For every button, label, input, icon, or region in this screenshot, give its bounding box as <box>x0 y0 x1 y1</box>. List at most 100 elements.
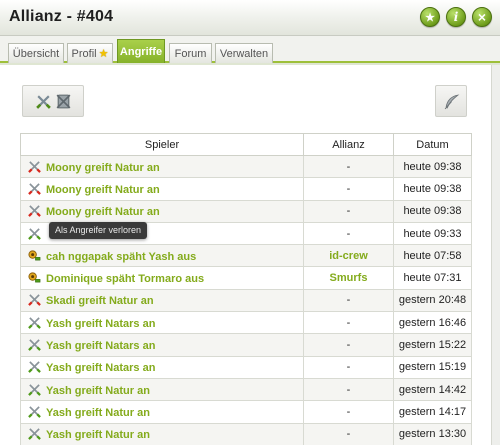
scrollbar[interactable] <box>491 65 500 445</box>
table-row[interactable]: cah nggapak späht Yash aus id-crew heute 0… <box>20 244 472 268</box>
cell-alliance: - <box>303 333 394 357</box>
alliance-empty: - <box>346 205 351 218</box>
attacks-panel: Spieler Allianz Datum Moony greift Natur… <box>0 65 500 445</box>
favorite-star-icon[interactable]: ★ <box>420 7 440 27</box>
cell-player: Moony greift Natur an <box>20 199 304 223</box>
tab-uebersicht[interactable]: Übersicht <box>8 43 64 63</box>
close-icon[interactable]: × <box>472 7 492 27</box>
filter-toolbar <box>22 85 84 117</box>
table-row[interactable]: Skadi greift Natur an - gestern 20:48 <box>20 288 472 313</box>
attack-won-icon <box>28 339 41 351</box>
report-link[interactable]: Yash greift Natars an <box>46 340 155 352</box>
cell-player: Yash greift Natars an <box>20 311 304 335</box>
table-row[interactable]: Moony greift Natur an - heute 09:38 <box>20 199 472 223</box>
attack-won-icon <box>28 428 41 441</box>
cell-alliance: - <box>303 199 394 223</box>
tab-angriffe[interactable]: Angriffe <box>117 39 165 63</box>
report-link[interactable]: Yash greift Natur an <box>46 429 150 441</box>
table-header-row: Spieler Allianz Datum <box>20 133 472 156</box>
attack-won-filter-icon[interactable] <box>35 93 52 110</box>
table-row[interactable]: Dominique späht Tormaro aus Smurfs heute 0… <box>20 266 472 290</box>
alliance-empty: - <box>346 339 351 352</box>
tab-bar: Übersicht Profil ★ Angriffe Forum Verwal… <box>0 36 500 63</box>
feather-icon[interactable] <box>443 93 460 110</box>
cell-player: cah nggapak späht Yash aus <box>20 244 304 268</box>
attack-lost-icon <box>28 205 41 218</box>
cell-alliance: - <box>303 355 394 379</box>
cell-alliance: - <box>303 154 394 179</box>
cell-date: gestern 16:46 <box>393 311 472 335</box>
cell-date: heute 09:33 <box>393 221 472 246</box>
cell-player: Moony greift Natur an <box>20 177 304 201</box>
cell-date: gestern 14:17 <box>393 400 472 424</box>
cell-date: heute 09:38 <box>393 199 472 223</box>
cell-alliance: - <box>303 311 394 335</box>
column-header-alliance[interactable]: Allianz <box>303 133 394 156</box>
table-row[interactable]: Yash greift Natur an - gestern 14:17 <box>20 400 472 424</box>
cell-alliance: - <box>303 177 394 201</box>
table-row[interactable]: Moony greift Natur an - heute 09:38 <box>20 154 472 179</box>
alliance-empty: - <box>346 227 351 240</box>
cell-date: heute 09:38 <box>393 177 472 201</box>
report-link[interactable]: Yash greift Natars an <box>46 362 155 374</box>
cell-date: heute 07:58 <box>393 244 472 268</box>
window-titlebar: Allianz - #404 ★ i × <box>0 0 500 36</box>
cell-date: heute 07:31 <box>393 266 472 290</box>
table-row[interactable]: Moony greift Natur an - heute 09:38 <box>20 177 472 201</box>
cell-alliance: - <box>303 422 394 445</box>
cell-player: Moony greift Natur an <box>20 154 304 179</box>
column-header-date[interactable]: Datum <box>393 133 472 156</box>
cell-alliance: - <box>303 221 394 246</box>
column-header-player[interactable]: Spieler <box>20 133 304 156</box>
tab-label: Übersicht <box>12 47 60 60</box>
attack-won-icon <box>28 406 41 418</box>
cell-alliance: id-crew <box>303 244 394 268</box>
alliance-empty: - <box>346 361 351 374</box>
tab-verwalten[interactable]: Verwalten <box>215 43 273 63</box>
info-icon[interactable]: i <box>446 7 466 27</box>
cell-player: Yash greift Natars an <box>20 355 304 379</box>
cell-alliance: - <box>303 377 394 402</box>
attack-lost-filter-icon[interactable] <box>55 93 72 110</box>
cell-player: Skadi greift Natur an <box>20 288 304 313</box>
table-row[interactable]: Yash greift Natars an - gestern 15:19 <box>20 355 472 379</box>
alliance-link[interactable]: Smurfs <box>330 272 368 284</box>
attack-lost-icon <box>28 183 41 195</box>
star-icon: ★ <box>98 48 109 60</box>
report-link[interactable]: cah nggapak späht Yash aus <box>46 251 196 263</box>
alliance-empty: - <box>346 383 351 396</box>
spy-icon <box>28 250 41 261</box>
report-link[interactable]: Yash greift Natur an <box>46 407 150 419</box>
alliance-empty: - <box>346 160 351 173</box>
tab-profil[interactable]: Profil ★ <box>67 43 113 63</box>
tab-label: Profil <box>71 47 97 60</box>
cell-date: gestern 20:48 <box>393 288 472 313</box>
attack-lost-icon <box>28 294 41 307</box>
report-link[interactable]: Moony greift Natur an <box>46 206 160 218</box>
cell-player: Dominique späht Tormaro aus <box>20 266 304 290</box>
attacks-table: Spieler Allianz Datum Moony greift Natur… <box>20 133 472 445</box>
report-link[interactable]: Moony greift Natur an <box>46 162 160 174</box>
attack-lost-icon <box>28 160 41 173</box>
tab-forum[interactable]: Forum <box>169 43 212 63</box>
cell-player: Yash greift Natars an <box>20 333 304 357</box>
report-link[interactable]: Dominique späht Tormaro aus <box>46 273 204 285</box>
cell-player: Yash greift Natur an <box>20 422 304 445</box>
report-link[interactable]: Yash greift Natars an <box>46 318 155 330</box>
cell-alliance: - <box>303 288 394 313</box>
tooltip: Als Angreifer verloren <box>49 222 148 239</box>
cell-alliance: - <box>303 400 394 424</box>
alliance-empty: - <box>346 294 351 307</box>
tab-label: Verwalten <box>219 47 269 60</box>
table-row[interactable]: Yash greift Natur an - gestern 13:30 <box>20 422 472 445</box>
report-link[interactable]: Moony greift Natur an <box>46 184 160 196</box>
write-toolbar <box>435 85 467 117</box>
table-row[interactable]: Yash greift Natars an - gestern 16:46 <box>20 311 472 335</box>
window-title: Allianz - #404 <box>9 8 114 25</box>
alliance-empty: - <box>346 316 351 329</box>
table-row[interactable]: Yash greift Natars an - gestern 15:22 <box>20 333 472 357</box>
table-row[interactable]: Yash greift Natur an - gestern 14:42 <box>20 377 472 402</box>
report-link[interactable]: Skadi greift Natur an <box>46 295 154 307</box>
report-link[interactable]: Yash greift Natur an <box>46 385 150 397</box>
alliance-link[interactable]: id-crew <box>329 250 368 262</box>
